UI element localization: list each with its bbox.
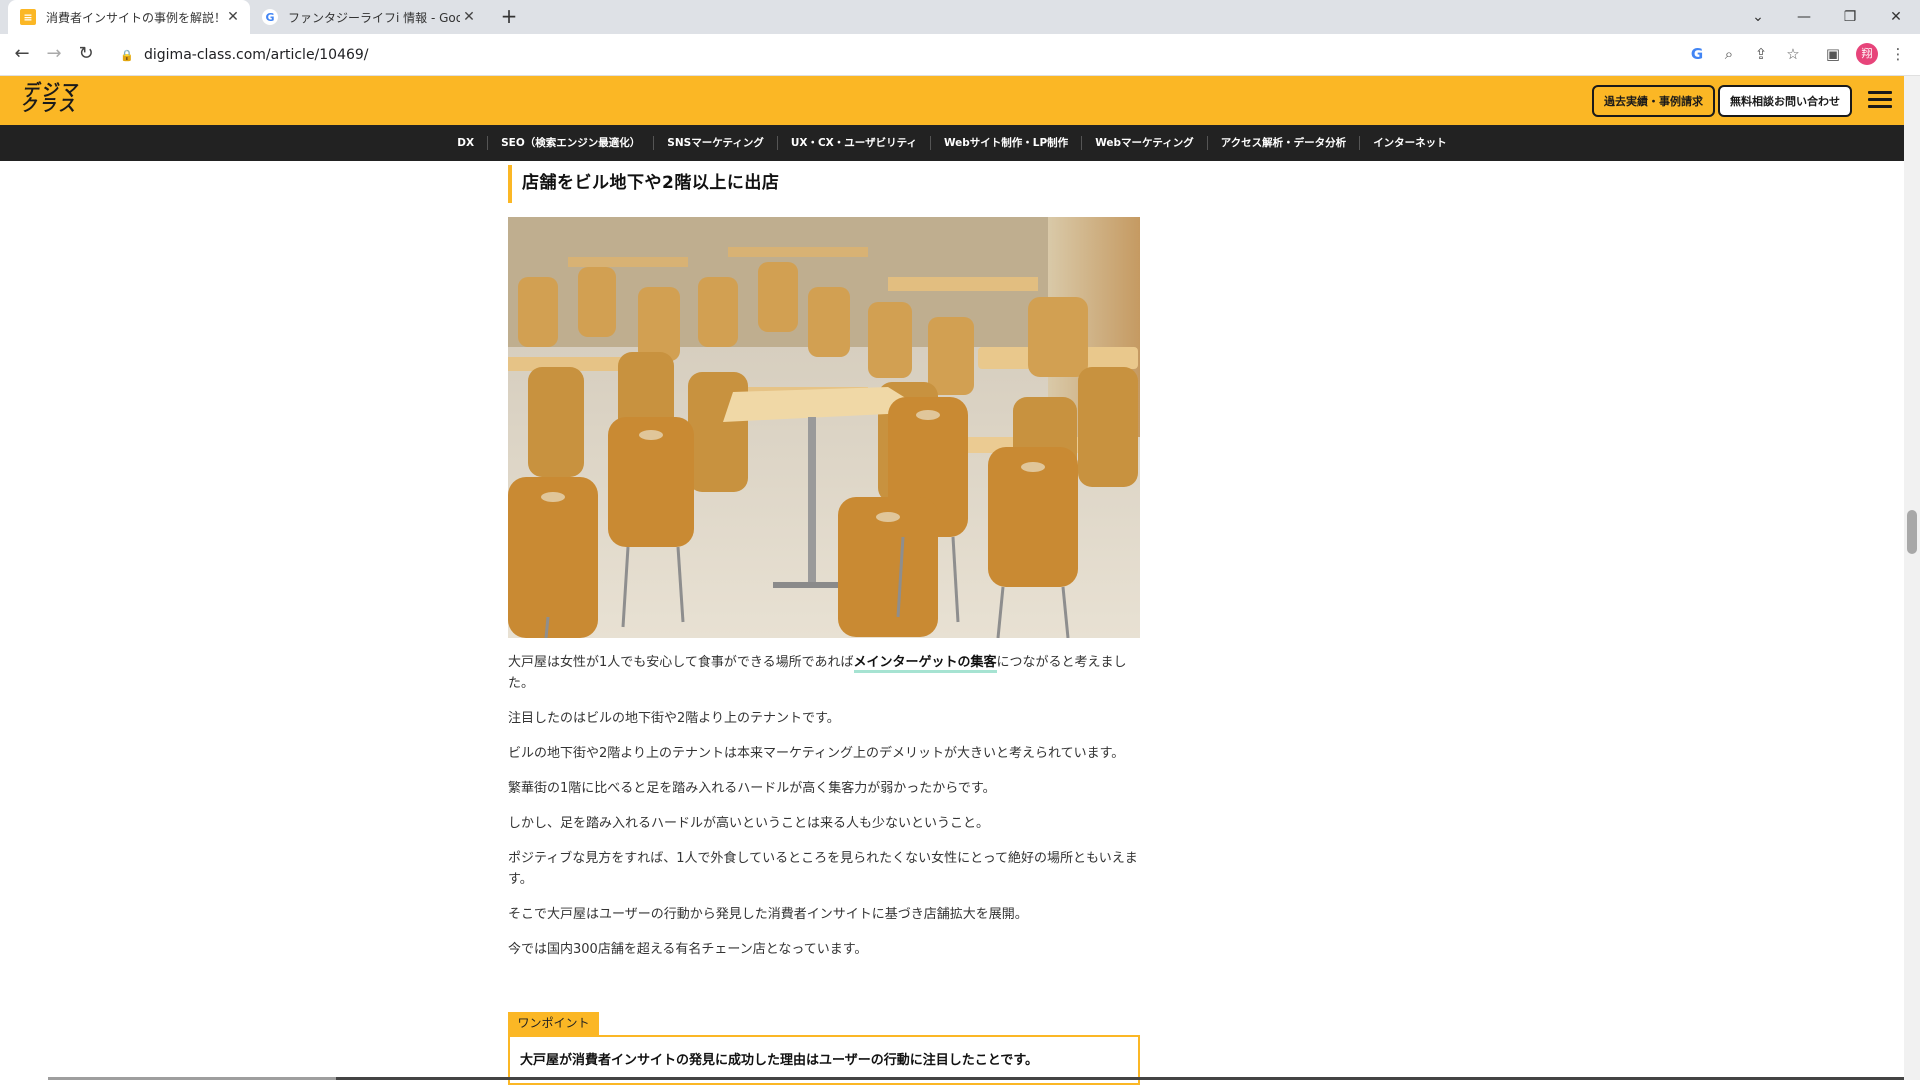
category-internet[interactable]: インターネット (1359, 136, 1460, 150)
tab-search-icon[interactable]: ⌄ (1736, 0, 1780, 34)
tab-active[interactable]: ≡ 消費者インサイトの事例を解説！事 ✕ (8, 0, 250, 34)
tab-strip: ≡ 消費者インサイトの事例を解説！事 ✕ G ファンタジーライフi 情報 - G… (0, 0, 1920, 34)
forward-icon[interactable]: → (42, 43, 66, 67)
menu-kebab-icon[interactable]: ⋮ (1888, 44, 1908, 64)
site-favicon-icon: ≡ (20, 9, 36, 25)
site-header: デジマ クラス 過去実績・事例請求 無料相談お問い合わせ (0, 76, 1904, 125)
share-icon[interactable]: ⇪ (1751, 44, 1771, 64)
url-text[interactable]: digima-class.com/article/10469/ (144, 47, 369, 63)
back-icon[interactable]: ← (10, 43, 34, 67)
paragraph: ポジティブな見方をすれば、1人で外食しているところを見られたくない女性にとって絶… (508, 851, 1138, 887)
cafeteria-photo (508, 217, 1140, 638)
category-seo[interactable]: SEO（検索エンジン最適化） (487, 136, 653, 150)
paragraph: 繁華街の1階に比べると足を踏み入れるハードルが高く集客力が弱かったからです。 (508, 781, 996, 796)
cafeteria-illustration (508, 217, 1140, 638)
article-paragraphs: 大戸屋は女性が1人でも安心して食事ができる場所であればメインターゲットの集客につ… (508, 652, 1140, 974)
browser-toolbar: ← → ↻ 🔒 digima-class.com/article/10469/ … (0, 34, 1920, 76)
paragraph: 注目したのはビルの地下街や2階より上のテナントです。 (508, 711, 840, 726)
category-sns[interactable]: SNSマーケティング (653, 136, 777, 150)
zoom-icon[interactable]: ⌕ (1719, 44, 1739, 64)
logo-line2: クラス (19, 96, 80, 116)
tab-close-icon[interactable]: ✕ (224, 9, 242, 25)
article-body: 店舗をビル地下や2階以上に出店 (508, 161, 1140, 203)
tab-title: 消費者インサイトの事例を解説！事 (46, 10, 224, 25)
free-consultation-button[interactable]: 無料相談お問い合わせ (1718, 85, 1852, 117)
hamburger-menu-icon[interactable] (1868, 91, 1892, 109)
category-web-production[interactable]: Webサイト制作・LP制作 (929, 136, 1081, 150)
site-logo[interactable]: デジマ クラス (19, 81, 93, 118)
profile-avatar[interactable]: 翔 (1856, 43, 1878, 65)
tab-title: ファンタジーライフi 情報 - Google 検 (288, 10, 460, 25)
category-web-marketing[interactable]: Webマーケティング (1081, 136, 1207, 150)
page-scrollbar[interactable] (1904, 76, 1920, 1080)
paragraph: しかし、足を踏み入れるハードルが高いということは来る人も少ないということ。 (508, 816, 990, 831)
category-dx[interactable]: DX (444, 136, 487, 150)
google-lens-icon[interactable]: G (1687, 44, 1707, 64)
section-heading: 店舗をビル地下や2階以上に出店 (508, 165, 1140, 203)
close-window-icon[interactable]: ✕ (1874, 0, 1918, 34)
reload-icon[interactable]: ↻ (74, 43, 98, 67)
paragraph: 大戸屋は女性が1人でも安心して食事ができる場所であればメインターゲットの集客につ… (508, 652, 1140, 694)
paragraph: そこで大戸屋はユーザーの行動から発見した消費者インサイトに基づき店舗拡大を展開。 (508, 907, 1028, 922)
address-bar[interactable]: 🔒 digima-class.com/article/10469/ (108, 40, 1768, 70)
scrollbar-thumb[interactable] (1907, 510, 1917, 554)
past-results-button[interactable]: 過去実績・事例請求 (1592, 85, 1715, 117)
restore-icon[interactable]: ❐ (1828, 0, 1872, 34)
paragraph-text: 大戸屋は女性が1人でも安心して食事ができる場所であれば (508, 655, 854, 670)
tab-google[interactable]: G ファンタジーライフi 情報 - Google 検 ✕ (250, 0, 486, 34)
bookmark-star-icon[interactable]: ☆ (1783, 44, 1803, 64)
new-tab-button[interactable]: + (497, 5, 521, 29)
onepoint-label: ワンポイント (508, 1012, 599, 1035)
lock-icon: 🔒 (120, 48, 134, 62)
paragraph: ビルの地下街や2階より上のテナントは本来マーケティング上のデメリットが大きいと考… (508, 746, 1125, 761)
side-panel-icon[interactable]: ▣ (1823, 44, 1843, 64)
internal-link[interactable]: メインターゲットの集客 (853, 655, 997, 673)
google-favicon-icon: G (262, 9, 278, 25)
category-ux[interactable]: UX・CX・ユーザビリティ (776, 136, 930, 150)
paragraph: 今では国内300店舗を超える有名チェーン店となっています。 (508, 942, 868, 957)
category-nav: DX SEO（検索エンジン最適化） SNSマーケティング UX・CX・ユーザビリ… (0, 125, 1904, 161)
category-analytics[interactable]: アクセス解析・データ分析 (1206, 136, 1359, 150)
minimize-icon[interactable]: — (1782, 0, 1826, 34)
tab-close-icon[interactable]: ✕ (460, 9, 478, 25)
